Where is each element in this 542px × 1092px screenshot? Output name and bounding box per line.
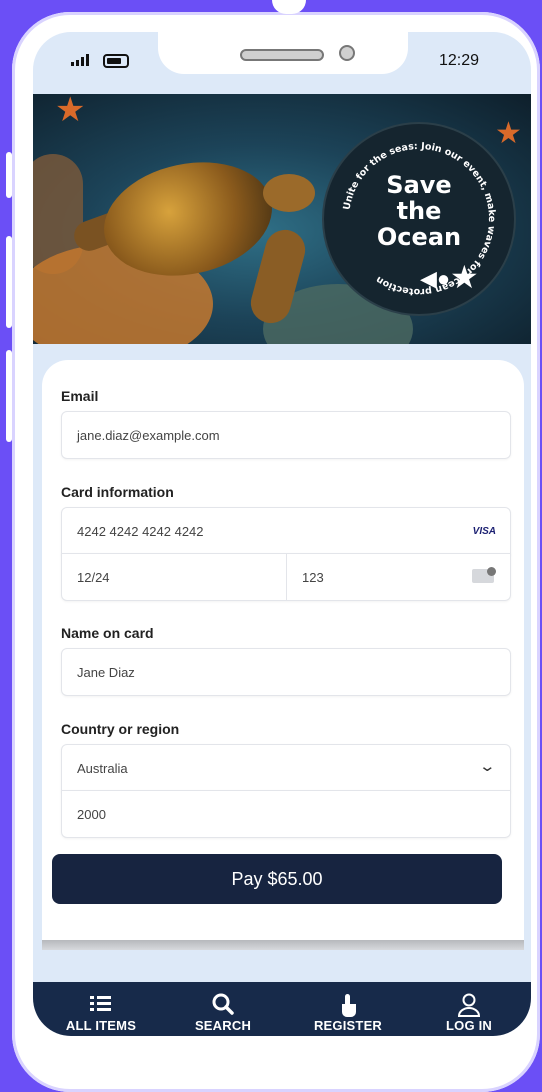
user-icon (419, 992, 519, 1018)
notch (158, 32, 408, 74)
name-label: Name on card (61, 625, 154, 641)
hand-pointer-icon (298, 992, 398, 1018)
postcode-field[interactable]: 2000 (61, 790, 511, 838)
nav-log-in[interactable]: LOG IN (419, 982, 519, 1036)
email-field[interactable]: jane.diaz@example.com (61, 411, 511, 459)
screen: 12:29 ★ ★ Unite for the seas: Join our e… (33, 32, 531, 1036)
email-label: Email (61, 388, 99, 404)
chevron-down-icon: ⌄ (478, 758, 497, 775)
nav-register[interactable]: REGISTER (298, 982, 398, 1036)
nav-all-items[interactable]: ALL ITEMS (51, 982, 151, 1036)
card-expiry-cvc-row: 12/24 123 (61, 553, 511, 601)
starfish-icon: ★ (55, 94, 86, 129)
hero-banner: ★ ★ Unite for the seas: Join our event, … (33, 94, 531, 344)
country-select[interactable]: Australia ⌄ (61, 744, 511, 792)
visa-icon: VISA (472, 526, 496, 537)
card-info-label: Card information (61, 484, 174, 500)
side-button (6, 152, 12, 198)
star-icon: ★ (450, 259, 479, 295)
bottom-nav: ALL ITEMS SEARCH REGISTER LOG IN (33, 982, 531, 1036)
camera (339, 45, 355, 61)
payment-form: Email jane.diaz@example.com Card informa… (42, 360, 524, 940)
card-expiry-field[interactable]: 12/24 (77, 570, 110, 585)
cvc-card-icon (472, 567, 496, 583)
battery-icon (103, 54, 129, 68)
name-on-card-field[interactable]: Jane Diaz (61, 648, 511, 696)
country-label: Country or region (61, 721, 180, 737)
status-bar: 12:29 (33, 32, 531, 94)
divider (42, 940, 524, 950)
pay-button[interactable]: Pay $65.00 (52, 854, 502, 904)
speaker (240, 49, 324, 61)
list-icon (51, 992, 151, 1018)
nav-search[interactable]: SEARCH (173, 982, 273, 1036)
card-cvc-field[interactable]: 123 (302, 570, 324, 585)
side-button (6, 236, 12, 328)
status-time: 12:29 (439, 52, 480, 69)
badge-title: Save the Ocean (376, 171, 462, 251)
save-the-ocean-badge: Unite for the seas: Join our event, make… (322, 122, 516, 316)
card-number-field[interactable]: 4242 4242 4242 4242 VISA (61, 507, 511, 555)
fish-icon: ◀● (420, 266, 451, 291)
side-button (6, 350, 12, 442)
search-icon (173, 992, 273, 1018)
signal-icon (71, 54, 89, 66)
